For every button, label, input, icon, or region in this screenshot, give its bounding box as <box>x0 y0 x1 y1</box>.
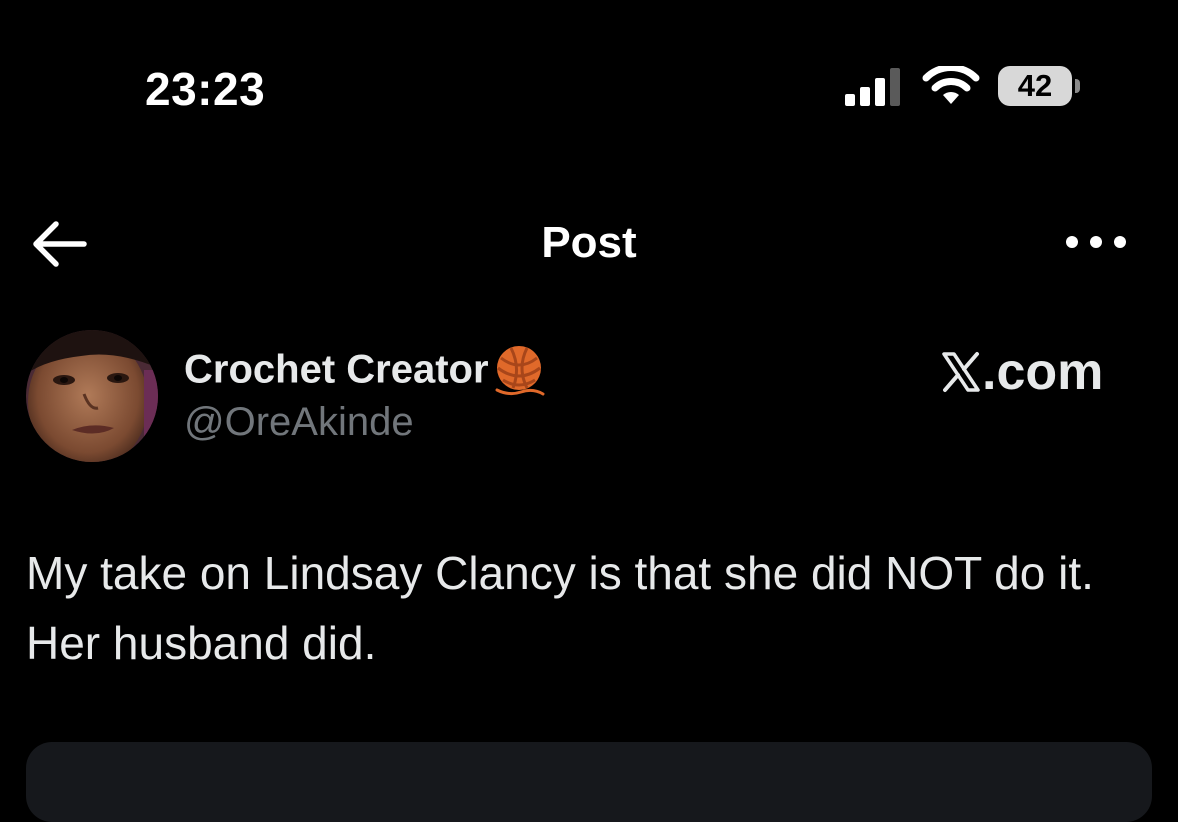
author-display-name[interactable]: Crochet Creator <box>184 348 489 392</box>
post-text: My take on Lindsay Clancy is that she di… <box>26 547 1094 669</box>
cellular-signal-icon <box>845 68 900 106</box>
embedded-media-card[interactable] <box>26 742 1152 822</box>
author-name-row: Crochet Creator <box>184 342 547 402</box>
status-bar: 23:23 42 <box>0 0 1178 150</box>
x-logo-icon <box>942 352 980 392</box>
avatar[interactable] <box>26 330 158 462</box>
battery-icon: 42 <box>998 66 1082 108</box>
wifi-icon <box>922 66 980 104</box>
yarn-ball-icon <box>495 346 545 396</box>
nav-bar: Post <box>0 200 1178 290</box>
battery-level: 42 <box>998 66 1072 106</box>
author-handle[interactable]: @OreAkinde <box>184 400 414 445</box>
page-title: Post <box>541 218 637 267</box>
source-logo: .com <box>940 342 1103 402</box>
status-time: 23:23 <box>145 63 266 115</box>
source-label: .com <box>982 343 1104 401</box>
post-header: Crochet Creator @OreAkinde .com <box>0 322 1178 472</box>
battery-cap <box>1075 79 1080 93</box>
more-options-icon[interactable] <box>1062 228 1130 256</box>
